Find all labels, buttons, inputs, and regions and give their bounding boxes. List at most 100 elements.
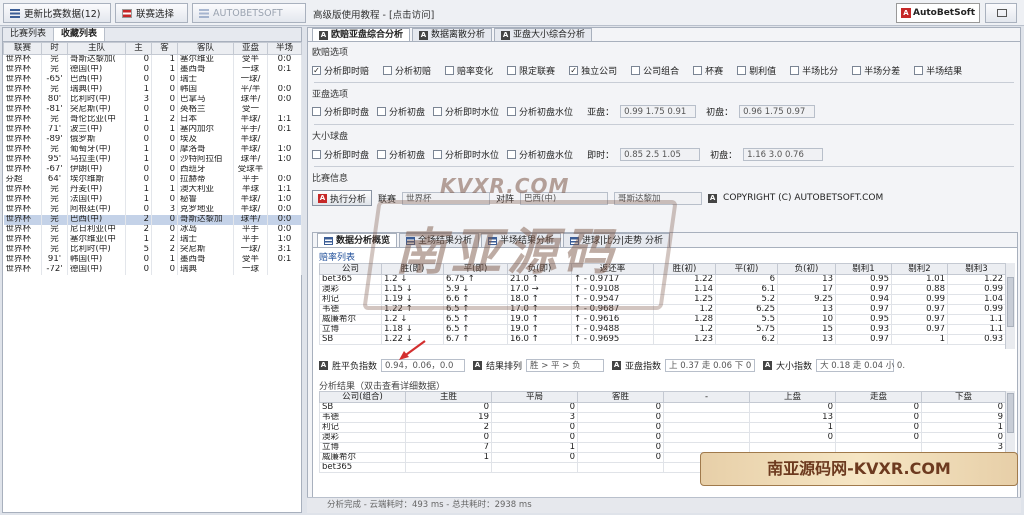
- odds-column-header[interactable]: 平(即): [443, 263, 508, 275]
- scrollbar-thumb[interactable]: [1007, 393, 1014, 433]
- match-row[interactable]: 世界杯 -72' 德国(中) 0 0 瑞典 一球: [3, 264, 302, 275]
- results-row[interactable]: SB 0 0 0 0 0 0: [319, 402, 1006, 413]
- match-row[interactable]: 世界杯 -89' 俄罗斯 0 0 埃及 半球/: [3, 134, 302, 145]
- column-header[interactable]: 亚盘: [233, 42, 268, 55]
- results-row[interactable]: 利记 2 0 0 1 0 1: [319, 422, 1006, 433]
- odds-column-header[interactable]: 公司: [319, 263, 382, 275]
- column-header[interactable]: 主队: [67, 42, 126, 55]
- checkbox-icon[interactable]: [852, 66, 862, 75]
- euro-option-checkbox[interactable]: 公司组合: [631, 64, 679, 77]
- scrollbar-thumb[interactable]: [1007, 277, 1014, 327]
- column-header[interactable]: 客队: [177, 42, 234, 55]
- odds-row[interactable]: bet365 1.2 ↓ 6.75 ↑ 21.0 ↑ ↑ - 0.9717 1.22 6 13…: [319, 274, 1006, 285]
- euro-option-checkbox[interactable]: ✓ 分析即时赔: [312, 64, 369, 77]
- checkbox-icon[interactable]: [507, 150, 517, 159]
- window-button[interactable]: [985, 3, 1017, 23]
- match-row[interactable]: 世界杯完法国(中) 1 0 秘鲁 半球/1:0: [3, 194, 302, 205]
- asian-option-checkbox[interactable]: 分析即时盘: [312, 105, 369, 118]
- checkbox-icon[interactable]: [914, 66, 924, 75]
- match-row[interactable]: 世界杯 71' 波兰(中) 0 1 塞内加尔 平手/0:1: [3, 124, 302, 135]
- checkbox-icon[interactable]: [507, 107, 517, 116]
- checkbox-icon[interactable]: [383, 66, 393, 75]
- odds-row[interactable]: 威廉希尔 1.2 ↓ 6.5 ↑ 19.0 ↑ ↑ - 0.9616 1.28 5.5 10 0…: [319, 314, 1006, 325]
- tab-asian-ou-analysis[interactable]: A 亚盘大小综合分析: [494, 28, 593, 41]
- odds-row[interactable]: 立博 1.18 ↓ 6.5 ↑ 19.0 ↑ ↑ - 0.9488 1.2 5.75 15 0.…: [319, 324, 1006, 335]
- tab-euro-asian-analysis[interactable]: A 欧赔亚盘综合分析: [312, 28, 411, 41]
- match-row[interactable]: 世界杯完哥斯达黎加(0 1 塞尔维亚 受半 0:0: [3, 54, 302, 65]
- match-row[interactable]: 世界杯完哥伦比亚(中 1 2 日本 半球/1:1: [3, 114, 302, 125]
- results-row[interactable]: 韦德 19 3 0 13 0 9: [319, 412, 1006, 423]
- odds-column-header[interactable]: 平(初): [715, 263, 778, 275]
- checkbox-icon[interactable]: [312, 150, 321, 159]
- odds-row[interactable]: 利记 1.19 ↓ 6.6 ↑ 18.0 ↑ ↑ - 0.9547 1.25 5.2 9.25…: [319, 294, 1006, 305]
- odds-column-header[interactable]: 剔利3: [947, 263, 1006, 275]
- checkbox-icon[interactable]: [377, 150, 387, 159]
- checkbox-icon[interactable]: [445, 66, 455, 75]
- match-row[interactable]: 世界杯 80' 比利时(中) 3 0 巴拿马 球半/0:0: [3, 94, 302, 105]
- tab-favorites[interactable]: 收藏列表: [54, 28, 106, 41]
- ou-option-checkbox[interactable]: 分析即时水位: [433, 148, 499, 161]
- match-row[interactable]: 世界杯完尼日利亚(中 2 0 冰岛 平手 0:0: [3, 224, 302, 235]
- checkbox-icon[interactable]: [507, 66, 517, 75]
- results-scrollbar[interactable]: [1005, 391, 1015, 483]
- checkbox-icon[interactable]: [433, 150, 443, 159]
- checkbox-icon[interactable]: ✓: [569, 66, 579, 75]
- results-row[interactable]: 澳彩 0 0 0 0 0 0: [319, 432, 1006, 443]
- tutorial-link[interactable]: 高级版使用教程 - [点击访问]: [313, 7, 434, 21]
- ou-option-checkbox[interactable]: 分析初盘水位: [507, 148, 573, 161]
- results-column-header[interactable]: 下盘: [921, 391, 1006, 403]
- match-row[interactable]: 世界杯完阿根廷(中) 0 3 克罗地亚 半球/0:0: [3, 204, 302, 215]
- asian-option-checkbox[interactable]: 分析初盘水位: [507, 105, 573, 118]
- results-column-header[interactable]: 平局: [491, 391, 578, 403]
- results-column-header[interactable]: 上盘: [749, 391, 836, 403]
- euro-option-checkbox[interactable]: 分析初赔: [383, 64, 431, 77]
- odds-row[interactable]: 澳彩 1.15 ↓ 5.9 ↓ 17.0 → ↑ - 0.9108 1.14 6.1 17 0.…: [319, 284, 1006, 295]
- match-row[interactable]: 世界杯完丹麦(中) 1 1 澳大利亚 半球 1:1: [3, 184, 302, 195]
- results-row[interactable]: 威廉希尔 1 0 0 0: [319, 452, 1006, 463]
- refresh-matches-button[interactable]: 更新比赛数据(12): [3, 3, 111, 23]
- match-row[interactable]: 世界杯 -81' 突尼斯(中) 0 0 英格兰 受一: [3, 104, 302, 115]
- euro-option-checkbox[interactable]: 半场比分: [790, 64, 838, 77]
- euro-option-checkbox[interactable]: 赔率变化: [445, 64, 493, 77]
- odds-column-header[interactable]: 剔利1: [835, 263, 892, 275]
- euro-option-checkbox[interactable]: ✓ 独立公司: [569, 64, 617, 77]
- match-row[interactable]: 世界杯 -67' 伊朗(中) 0 0 西班牙 受球半: [3, 164, 302, 175]
- checkbox-icon[interactable]: ✓: [312, 66, 321, 75]
- match-row[interactable]: 世界杯 -65' 巴西(中) 0 0 瑞士 一球/: [3, 74, 302, 85]
- autobetsoft-logo[interactable]: A AutoBetSoft: [896, 3, 980, 23]
- column-header[interactable]: 主: [125, 42, 152, 55]
- league-select-button[interactable]: 联赛选择: [115, 3, 188, 23]
- match-row[interactable]: 世界杯完巴西(中) 2 0 哥斯达黎加 球半/0:0: [3, 214, 302, 225]
- checkbox-icon[interactable]: [433, 107, 443, 116]
- execute-analysis-button[interactable]: A 执行分析: [312, 190, 373, 206]
- checkbox-icon[interactable]: [790, 66, 800, 75]
- tab-goals-score-trend[interactable]: 进球|比分|走势 分析: [563, 233, 670, 247]
- euro-option-checkbox[interactable]: 半场结果: [914, 64, 962, 77]
- match-row[interactable]: 世界杯完葡萄牙(中) 1 0 摩洛哥 半球/1:0: [3, 144, 302, 155]
- odds-column-header[interactable]: 负(即): [507, 263, 572, 275]
- results-row[interactable]: 立博 7 1 0 3: [319, 442, 1006, 453]
- euro-option-checkbox[interactable]: 限定联赛: [507, 64, 555, 77]
- results-column-header[interactable]: 主胜: [405, 391, 492, 403]
- column-header[interactable]: 联赛: [3, 42, 42, 55]
- odds-scrollbar[interactable]: [1005, 263, 1015, 349]
- checkbox-icon[interactable]: [693, 66, 703, 75]
- euro-option-checkbox[interactable]: 剔利值: [737, 64, 776, 77]
- tab-data-overview[interactable]: 数据分析概览: [317, 233, 398, 247]
- tab-dispersion-analysis[interactable]: A 数据离散分析: [412, 28, 493, 41]
- match-row[interactable]: 芬超 64' 埃尔维斯 0 0 拉赫蒂 平手 0:0: [3, 174, 302, 185]
- tab-full-time-analysis[interactable]: 全场结果分析: [399, 233, 480, 247]
- column-header[interactable]: 半场: [267, 42, 302, 55]
- results-row[interactable]: bet365: [319, 462, 1006, 473]
- match-row[interactable]: 世界杯 95' 乌拉圭(中) 1 0 沙特阿拉伯 球半/1:0: [3, 154, 302, 165]
- odds-column-header[interactable]: 剔利2: [891, 263, 948, 275]
- autobetsoft-button[interactable]: AUTOBETSOFT: [192, 3, 306, 23]
- ou-option-checkbox[interactable]: 分析即时盘: [312, 148, 369, 161]
- checkbox-icon[interactable]: [312, 107, 321, 116]
- ou-option-checkbox[interactable]: 分析初盘: [377, 148, 425, 161]
- match-row[interactable]: 世界杯完瑞典(中) 1 0 韩国 平/半 0:0: [3, 84, 302, 95]
- tab-match-list[interactable]: 比赛列表: [3, 28, 55, 41]
- odds-column-header[interactable]: 胜(初): [653, 263, 716, 275]
- column-header[interactable]: 时: [41, 42, 68, 55]
- euro-option-checkbox[interactable]: 半场分差: [852, 64, 900, 77]
